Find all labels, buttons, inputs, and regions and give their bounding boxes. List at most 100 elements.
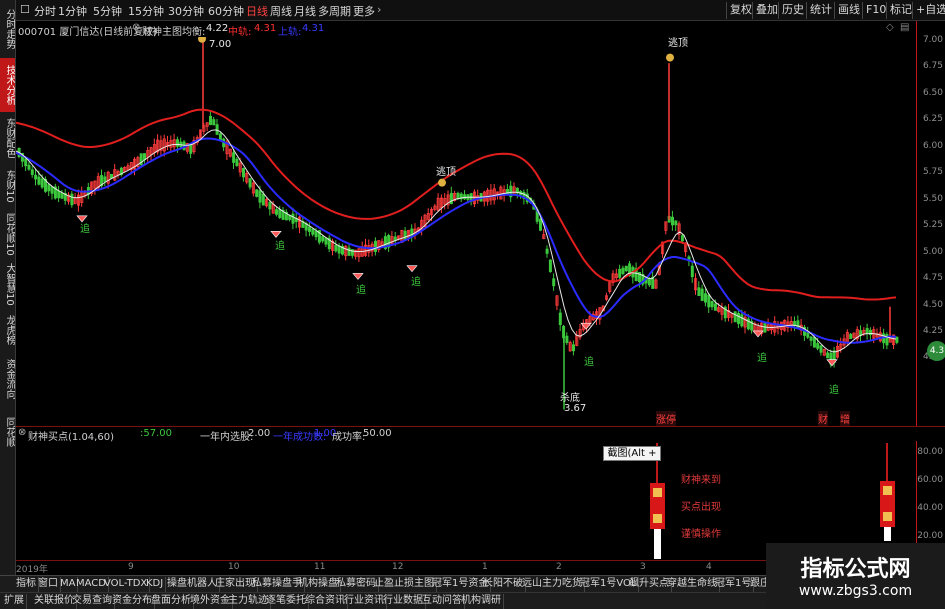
period-monthly[interactable]: 月线 (294, 3, 316, 19)
sidebar-item-dzh10[interactable]: 大智慧10 (0, 260, 15, 308)
period-30min[interactable]: 30分钟 (168, 3, 204, 19)
candle-body (865, 328, 869, 334)
sidebar-item-dongcai10[interactable]: 东财10 (0, 164, 15, 208)
candle-body (189, 143, 193, 154)
sidebar-item-lhb[interactable]: 龙虎榜 (0, 310, 15, 350)
tab-inst-research[interactable]: 机构调研 (459, 594, 504, 609)
tab-stop[interactable]: 止盈止损主图 (372, 577, 437, 592)
watermark-url: www.zbgs3.com (798, 583, 913, 599)
period-5min[interactable]: 5分钟 (93, 3, 122, 19)
candle-body (849, 333, 853, 339)
candle-body (552, 278, 556, 287)
candle-body (809, 336, 813, 341)
candle-body (57, 190, 61, 199)
date-tick: 11 (314, 562, 326, 572)
sidebar-item-ths10[interactable]: 同花顺10 (0, 210, 15, 258)
price-tick: 6.25 (922, 114, 943, 124)
period-timeshare[interactable]: 分时 (34, 3, 56, 19)
sidebar-item-fundflow[interactable]: 资金流向 (0, 352, 15, 406)
candle-body (674, 220, 678, 226)
tab-lifeline[interactable]: 穿越生命线 (665, 577, 720, 592)
buy-marker-icon (270, 231, 282, 238)
diamond-icon[interactable]: ◇ (886, 22, 894, 33)
main-kline-chart[interactable] (16, 37, 916, 423)
candle-body (103, 176, 107, 182)
candle-body (337, 245, 341, 254)
period-1min[interactable]: 1分钟 (58, 3, 87, 19)
sub-tick: 20.00 (917, 531, 943, 541)
candle-body (60, 192, 64, 199)
fuquan-button[interactable]: 复权 (726, 2, 755, 19)
candle-body (373, 240, 377, 252)
candle-body (707, 294, 711, 308)
period-menu-icon[interactable]: ☐ (20, 3, 30, 16)
candle-body (539, 218, 543, 231)
date-tick: 1 (482, 562, 488, 572)
left-sidebar: 分时走势 技术分析 东财配色 东财10 同花顺10 大智慧10 龙虎榜 资金流向… (0, 0, 16, 575)
candle-body (258, 190, 262, 203)
date-tick: 4 (706, 562, 712, 572)
candle-body (733, 311, 737, 323)
tab-trade-query[interactable]: 交易查询 (70, 594, 115, 609)
candle-body (548, 259, 552, 273)
period-15min[interactable]: 15分钟 (128, 3, 164, 19)
avg-label: 均衡: (182, 27, 206, 38)
candle-body (235, 158, 239, 167)
price-tick: 5.75 (922, 167, 943, 177)
screenshot-tooltip: 截图(Alt + A) (603, 446, 661, 472)
candle-body (713, 303, 717, 311)
add-watchlist-button[interactable]: +自选 (912, 2, 945, 19)
candle-body (274, 209, 278, 215)
select-count-value: 2.00 (248, 428, 271, 439)
success-rate-value: 50.00 (363, 428, 392, 439)
candle-body (212, 119, 216, 126)
date-tick: 2019年 (16, 565, 48, 575)
price-tick: 4.25 (922, 326, 943, 336)
tab-kdj[interactable]: KDJ (144, 577, 167, 592)
sidebar-item-ths[interactable]: 同花顺 (0, 408, 15, 456)
mark-button[interactable]: 标记 (886, 2, 915, 19)
candle-body (278, 209, 282, 218)
candle-body (895, 336, 899, 343)
tab-extend[interactable]: 扩展 (2, 594, 27, 609)
buy-marker-icon (76, 215, 88, 223)
indicator-name[interactable]: 财神主图 (142, 23, 182, 38)
period-more[interactable]: 更多 (353, 3, 375, 19)
sidebar-item-dongcai-color[interactable]: 东财配色 (0, 114, 15, 162)
candle-body (47, 184, 51, 192)
signal-coin (883, 512, 892, 521)
panel-icon[interactable]: ▤ (900, 22, 909, 33)
signal-coin (883, 486, 892, 495)
sub-indicator-header: ⊗ 财神买点(1.04,60) :57.00 一年内选股: 2.00 一年成功数… (16, 426, 945, 443)
tab-yuanshan[interactable]: 远山主力吃货 (520, 577, 585, 592)
stats-button[interactable]: 统计 (806, 2, 835, 19)
history-button[interactable]: 历史 (778, 2, 807, 19)
candle-body (680, 235, 684, 242)
overlay-button[interactable]: 叠加 (752, 2, 781, 19)
settings-circle-icon[interactable]: ⊗ (18, 427, 26, 438)
candle-body (321, 235, 325, 242)
upper-value: 4.31 (302, 23, 325, 34)
candle-body (30, 169, 34, 175)
candle-body (403, 230, 407, 240)
period-60min[interactable]: 60分钟 (208, 3, 244, 19)
candle-body (261, 193, 265, 206)
candle-body (710, 301, 714, 308)
period-daily[interactable]: 日线 (246, 3, 268, 19)
candle-body (291, 213, 295, 224)
date-tick: 12 (392, 562, 404, 572)
settings-circle-icon[interactable]: ⊗ (132, 22, 140, 33)
sidebar-item-timeshare[interactable]: 分时走势 (0, 2, 15, 56)
period-weekly[interactable]: 周线 (270, 3, 292, 19)
drawline-button[interactable]: 画线 (834, 2, 863, 19)
candle-body (816, 343, 820, 349)
candle-body (24, 158, 28, 167)
candle-body (697, 287, 701, 297)
tab-robot[interactable]: 操盘机器人 (165, 577, 220, 592)
period-multi[interactable]: 多周期 (318, 3, 351, 19)
price-tick: 5.00 (922, 247, 943, 257)
signal-base (884, 527, 891, 541)
sidebar-item-tech-analysis[interactable]: 技术分析 (0, 58, 15, 112)
candle-body (255, 189, 259, 197)
more-chevron-icon[interactable]: › (377, 3, 381, 16)
